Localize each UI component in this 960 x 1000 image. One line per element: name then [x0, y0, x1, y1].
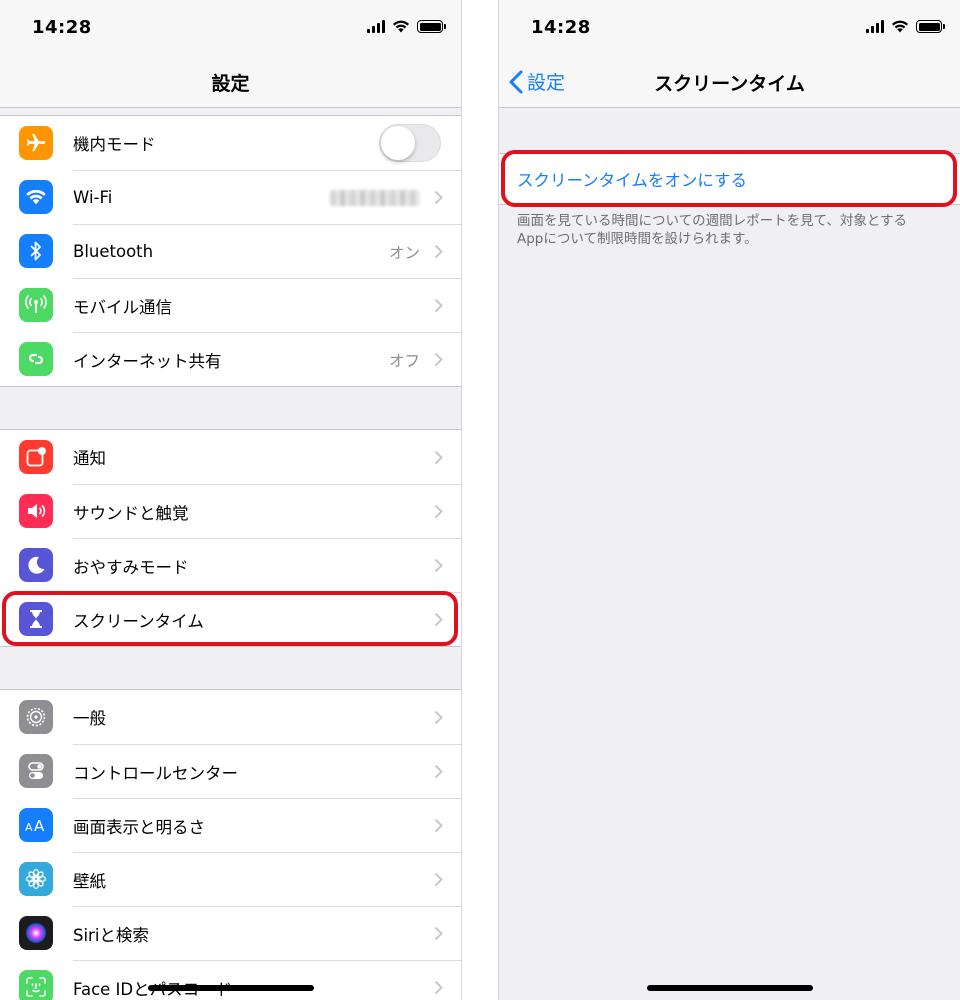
home-indicator[interactable] — [148, 985, 314, 991]
screen-time-screen: 14:28 設定 スクリーンタイム スクリーンタイムをオンにする 画面を見ている… — [498, 0, 960, 1000]
settings-row-siri[interactable]: Siriと検索 — [0, 906, 461, 960]
status-time: 14:28 — [531, 17, 591, 38]
settings-row-notifications[interactable]: 通知 — [0, 430, 461, 484]
settings-screen: 14:28 設定 機内モード Wi-Fi Bluetooth オン モバイル通信… — [0, 0, 462, 1000]
row-label: 通知 — [73, 449, 106, 468]
status-icons — [866, 20, 945, 33]
turn-on-screen-time-cell[interactable]: スクリーンタイムをオンにする — [499, 153, 960, 205]
settings-row-personal-hotspot[interactable]: インターネット共有 オフ — [0, 332, 461, 386]
battery-icon — [916, 20, 945, 33]
svg-text:A: A — [25, 821, 33, 834]
settings-row-do-not-disturb[interactable]: おやすみモード — [0, 538, 461, 592]
cellular-signal-icon — [367, 20, 385, 33]
row-label: 一般 — [73, 709, 106, 728]
row-label: スクリーンタイム — [73, 611, 204, 631]
row-label: コントロールセンター — [73, 763, 238, 783]
navigation-bar: 設定 — [0, 56, 461, 108]
row-label: Wi-Fi — [73, 188, 113, 207]
chevron-right-icon — [434, 450, 443, 464]
flower-icon — [19, 862, 53, 896]
settings-row-bluetooth[interactable]: Bluetooth オン — [0, 224, 461, 278]
chevron-right-icon — [434, 352, 443, 367]
row-label: Siriと検索 — [73, 925, 149, 945]
row-label: 画面表示と明るさ — [73, 817, 205, 837]
settings-row-sounds[interactable]: サウンドと触覚 — [0, 484, 461, 538]
notifications-icon — [19, 440, 53, 474]
chevron-right-icon — [434, 818, 443, 833]
blurred-network-name — [330, 189, 420, 206]
gear-icon — [19, 700, 53, 734]
settings-row-face-id[interactable]: Face IDとパスコード — [0, 960, 461, 1000]
row-value: オフ — [388, 351, 420, 370]
home-indicator[interactable] — [647, 985, 813, 991]
wifi-icon — [19, 180, 53, 214]
siri-icon — [19, 916, 53, 950]
row-label: インターネット共有 — [73, 351, 222, 371]
settings-row-wifi[interactable]: Wi-Fi — [0, 170, 461, 224]
navigation-bar: 設定 スクリーンタイム — [499, 56, 960, 108]
general-group: 一般 コントロールセンター A A 画面表示と明るさ 壁紙 Siriと検索 Fa… — [0, 689, 461, 1000]
row-label: Bluetooth — [73, 242, 154, 261]
settings-row-general[interactable]: 一般 — [0, 690, 461, 744]
bluetooth-icon — [19, 234, 53, 268]
settings-row-airplane-mode[interactable]: 機内モード — [0, 116, 461, 170]
chevron-right-icon — [434, 980, 443, 995]
antenna-icon — [19, 288, 53, 322]
svg-text:A: A — [34, 817, 45, 835]
chevron-right-icon — [434, 244, 443, 259]
hotspot-icon — [19, 342, 53, 376]
connectivity-group: 機内モード Wi-Fi Bluetooth オン モバイル通信 インターネット共… — [0, 115, 461, 387]
chevron-right-icon — [434, 558, 443, 573]
chevron-right-icon — [434, 298, 443, 313]
airplane-icon — [19, 126, 53, 160]
text-size-icon: A A — [19, 808, 53, 842]
moon-icon — [19, 548, 53, 582]
settings-row-control-center[interactable]: コントロールセンター — [0, 744, 461, 798]
row-label: サウンドと触覚 — [73, 503, 189, 523]
airplane-mode-toggle[interactable] — [379, 124, 441, 162]
battery-icon — [417, 20, 446, 33]
chevron-right-icon — [434, 504, 443, 519]
notifications-group: 通知 サウンドと触覚 おやすみモード スクリーンタイム — [0, 429, 461, 647]
settings-row-screen-time[interactable]: スクリーンタイム — [0, 592, 461, 646]
faceid-icon — [19, 970, 53, 1000]
row-value: オン — [388, 243, 420, 262]
page-title: スクリーンタイム — [654, 73, 805, 95]
status-bar: 14:28 — [0, 0, 461, 56]
screen-time-description: 画面を見ている時間についての週間レポートを見て、対象とするAppについて制限時間… — [517, 213, 908, 247]
switches-icon — [19, 754, 53, 788]
row-label: モバイル通信 — [73, 297, 172, 317]
status-icons — [367, 20, 446, 33]
chevron-right-icon — [434, 872, 443, 887]
chevron-right-icon — [434, 190, 443, 205]
settings-row-display[interactable]: A A 画面表示と明るさ — [0, 798, 461, 852]
settings-row-mobile-data[interactable]: モバイル通信 — [0, 278, 461, 332]
row-label: 壁紙 — [73, 871, 106, 891]
hourglass-icon — [19, 602, 53, 636]
cellular-signal-icon — [866, 20, 884, 33]
speaker-icon — [19, 494, 53, 528]
wifi-status-icon — [892, 20, 908, 33]
chevron-right-icon — [434, 926, 443, 941]
status-time: 14:28 — [32, 17, 92, 38]
page-title: 設定 — [211, 73, 250, 95]
status-bar: 14:28 — [499, 0, 960, 56]
settings-row-wallpaper[interactable]: 壁紙 — [0, 852, 461, 906]
row-label: おやすみモード — [73, 557, 189, 577]
chevron-right-icon — [434, 710, 443, 724]
chevron-right-icon — [434, 764, 443, 779]
row-label: 機内モード — [73, 135, 156, 154]
chevron-right-icon — [434, 612, 443, 627]
turn-on-screen-time-button[interactable]: スクリーンタイムをオンにする — [517, 167, 747, 191]
wifi-status-icon — [393, 20, 409, 33]
